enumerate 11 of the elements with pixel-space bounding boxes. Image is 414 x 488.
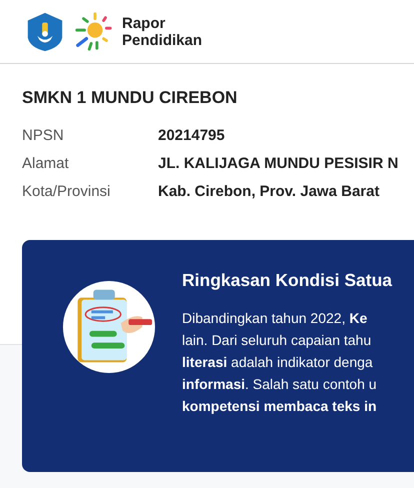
brand-name: Pendidikan: [122, 32, 202, 48]
summary-paragraph: Dibandingkan tahun 2022, Ke lain. Dari seluruh capaian tahu literasi adalah indikator denga informasi. Salah satu contoh u kompetensi membaca teks in: [182, 309, 378, 416]
field-value: 20214795: [158, 126, 226, 146]
field-label: Kota/Provinsi: [22, 182, 112, 202]
school-name: SMKN 1 MUNDU CIREBON: [22, 88, 238, 108]
brand-name: Rapor: [122, 14, 166, 32]
field-value: Kab. Cirebon, Prov. Jawa Barat: [158, 182, 380, 202]
field-label: Alamat: [22, 154, 70, 174]
summary-title: Ringkasan Kondisi Satua: [182, 270, 392, 291]
field-label: NPSN: [22, 126, 65, 146]
field-value: JL. KALIJAGA MUNDU PESISIR N: [158, 154, 400, 174]
